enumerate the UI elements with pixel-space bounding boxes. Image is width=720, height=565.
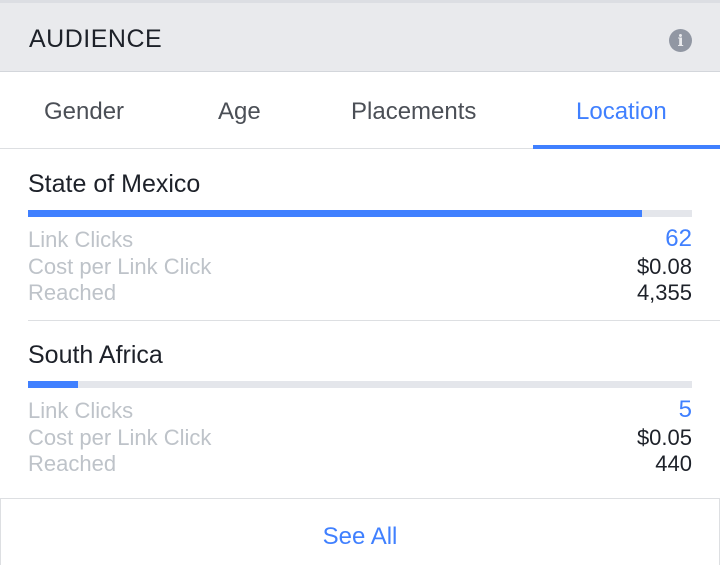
metric-label: Reached: [28, 451, 117, 476]
metric-label: Reached: [28, 280, 117, 305]
location-bar-track: [28, 210, 692, 217]
panel-title: AUDIENCE: [29, 25, 163, 53]
location-item: South Africa Link Clicks 5 Cost per Link…: [28, 322, 692, 492]
location-bar-fill: [28, 210, 643, 217]
location-bar-fill: [28, 381, 78, 388]
metric-value: $0.05: [636, 425, 692, 450]
metric-label: Cost per Link Click: [28, 254, 212, 279]
tab-gender[interactable]: Gender: [44, 98, 124, 126]
see-all-button[interactable]: See All: [0, 498, 720, 565]
metric-value: 5: [678, 396, 692, 423]
metric-row-cost-per-link-click: Cost per Link Click $0.08: [28, 254, 692, 281]
see-all-label: See All: [322, 523, 398, 550]
tab-placements[interactable]: Placements: [351, 98, 476, 126]
metric-row-link-clicks: Link Clicks 5: [28, 396, 692, 425]
metric-label: Cost per Link Click: [28, 425, 212, 450]
panel-header: AUDIENCE i: [0, 0, 720, 72]
metric-label: Link Clicks: [28, 227, 134, 252]
metric-value: $0.08: [636, 254, 692, 279]
metric-row-reached: Reached 4,355: [28, 280, 692, 307]
metric-row-link-clicks: Link Clicks 62: [28, 225, 692, 254]
metric-value: 440: [655, 451, 692, 476]
metric-value: 62: [665, 225, 692, 252]
info-icon[interactable]: i: [669, 29, 692, 52]
tab-bar: Gender Age Placements Location: [0, 72, 720, 149]
metric-label: Link Clicks: [28, 398, 134, 423]
divider: [28, 320, 720, 321]
tab-location[interactable]: Location: [576, 98, 667, 126]
location-item: State of Mexico Link Clicks 62 Cost per …: [28, 151, 692, 321]
audience-panel: AUDIENCE i Gender Age Placements Locatio…: [0, 0, 720, 565]
active-tab-indicator: [533, 145, 720, 149]
location-name: South Africa: [28, 341, 163, 369]
metric-row-cost-per-link-click: Cost per Link Click $0.05: [28, 425, 692, 452]
location-name: State of Mexico: [28, 170, 201, 198]
metric-row-reached: Reached 440: [28, 451, 692, 478]
metric-value: 4,355: [636, 280, 692, 305]
tab-age[interactable]: Age: [218, 98, 261, 126]
location-bar-track: [28, 381, 692, 388]
